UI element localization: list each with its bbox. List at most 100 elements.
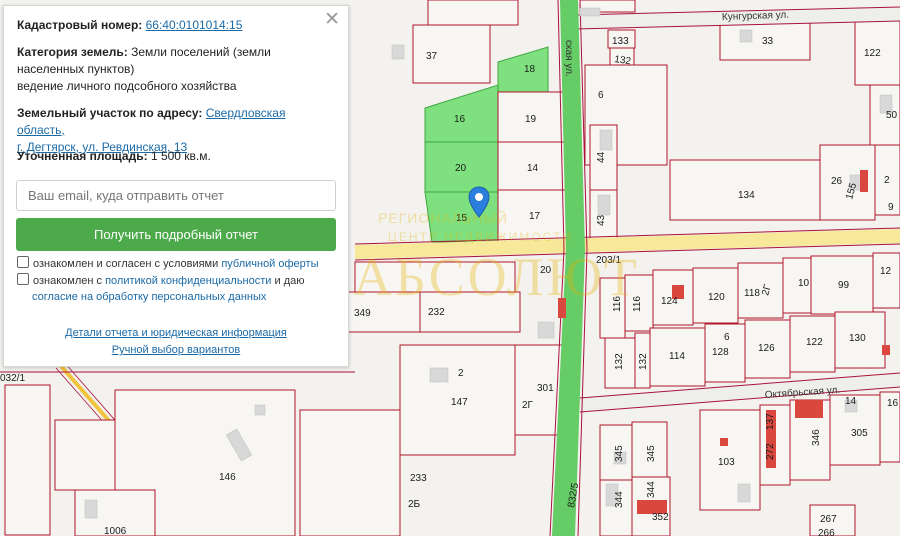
- plot-label: 126: [758, 343, 775, 354]
- plot-label: 133: [612, 36, 629, 47]
- plot-label: 103: [718, 457, 735, 468]
- privacy-policy-link[interactable]: политикой конфиденциальности: [105, 275, 271, 287]
- plot-label: 20: [455, 163, 467, 174]
- plot-label: 44: [596, 151, 607, 163]
- plot-label: 50: [886, 110, 898, 121]
- plot-label: 16: [454, 114, 466, 125]
- details-row: Детали отчета и юридическая информация: [4, 327, 348, 339]
- plot-left-strip[interactable]: [4, 384, 51, 536]
- plot-label: 1006: [104, 526, 127, 536]
- get-report-button[interactable]: Получить подробный отчет: [16, 218, 336, 251]
- plot-label: 114: [669, 351, 685, 362]
- building-red: [720, 438, 728, 446]
- building-red: [882, 345, 890, 355]
- plot-label: 122: [864, 48, 881, 59]
- plot-label: 2: [884, 175, 890, 186]
- plot-label: 116: [612, 296, 623, 312]
- plot-label: 16: [887, 398, 899, 409]
- building: [579, 7, 601, 17]
- building-red: [860, 170, 868, 192]
- plot-label: 130: [849, 333, 866, 344]
- plot-label: 349: [354, 308, 371, 319]
- consent-privacy-mid: и даю: [271, 275, 305, 287]
- plot-label: 305: [851, 428, 868, 439]
- plot-label: 266: [818, 528, 835, 536]
- plot-label: 346: [811, 429, 822, 446]
- plot-label: 267: [820, 514, 837, 525]
- consent-offer-text: ознакомлен и согласен с условиями: [33, 258, 222, 270]
- plot-label: 6: [724, 332, 730, 343]
- street-label-kungurskaya: Кунгурская ул.: [722, 10, 790, 23]
- public-offer-link[interactable]: публичной оферты: [221, 258, 318, 270]
- personal-data-consent-link[interactable]: согласие на обработку персональных данны…: [32, 291, 266, 303]
- building: [254, 404, 266, 416]
- consent-privacy-text: ознакомлен с: [33, 275, 106, 287]
- plot-label: 233: [410, 473, 427, 484]
- plot-label: 124: [661, 296, 678, 307]
- plot-label: 2: [458, 368, 464, 379]
- plot-label: 2Г: [522, 400, 534, 411]
- plot-label: 146: [219, 472, 236, 483]
- address-label: Земельный участок по адресу:: [17, 106, 203, 120]
- building: [597, 194, 611, 216]
- plot-label: 116: [632, 296, 643, 312]
- plot-233[interactable]: [299, 409, 401, 536]
- manual-row: Ручной выбор вариантов: [4, 344, 348, 356]
- plot-label: 118: [744, 288, 760, 299]
- plot-label: 99: [838, 280, 850, 291]
- building: [84, 499, 98, 519]
- building: [391, 44, 405, 60]
- plot-label: 18: [524, 64, 536, 75]
- category-value-3: ведение личного подсобного хозяйства: [17, 79, 237, 93]
- plot-row-a[interactable]: [354, 261, 516, 293]
- plot-label: 147: [451, 397, 468, 408]
- plot-top-small[interactable]: [427, 0, 519, 26]
- category-label: Категория земель:: [17, 45, 128, 59]
- plot-label: 15: [456, 213, 468, 224]
- plot-12[interactable]: [872, 252, 900, 309]
- building-red: [558, 298, 566, 318]
- plot-label: 20: [540, 265, 552, 276]
- plot-label: 9: [888, 202, 894, 213]
- category-value-2: населенных пунктов): [17, 62, 135, 76]
- plot-label: 232: [428, 307, 445, 318]
- plot-label: 132: [638, 353, 649, 370]
- category-value-1: Земли поселений (земли: [131, 45, 271, 59]
- plot-label: 301: [537, 383, 554, 394]
- consent-privacy-checkbox[interactable]: [17, 273, 29, 285]
- plot-label: 137: [765, 413, 776, 430]
- plot-label: 134: [738, 190, 755, 201]
- building: [537, 321, 555, 339]
- report-details-link[interactable]: Детали отчета и юридическая информация: [65, 327, 287, 339]
- area-label: Уточненная площадь:: [17, 149, 148, 163]
- plot-label: 10: [798, 278, 810, 289]
- cadastral-row: Кадастровый номер: 66:40:0101014:15: [17, 17, 336, 34]
- plot-label: 17: [529, 211, 541, 222]
- plot-left-mid[interactable]: [54, 419, 116, 491]
- plot-label: 344: [614, 491, 625, 508]
- plot-label: 33: [762, 36, 774, 47]
- cadastral-label: Кадастровый номер:: [17, 18, 143, 32]
- building: [739, 29, 753, 43]
- area-row: Уточненная площадь: 1 500 кв.м.: [17, 148, 336, 165]
- email-input[interactable]: [16, 180, 336, 211]
- manual-selection-link[interactable]: Ручной выбор вариантов: [112, 344, 240, 356]
- street-label-revdinskaya: ская ул.: [563, 40, 574, 77]
- plot-label: 26: [831, 176, 843, 187]
- location-pin-icon[interactable]: [468, 186, 490, 218]
- plot-37[interactable]: [412, 24, 491, 84]
- cadastral-number-link[interactable]: 66:40:0101014:15: [146, 18, 243, 32]
- plot-label: 122: [806, 337, 823, 348]
- building: [737, 483, 751, 503]
- plot-label: 2Б: [408, 499, 421, 510]
- plot-label: 43: [596, 214, 607, 226]
- area-value: 1 500 кв.м.: [150, 149, 211, 163]
- plot-label: 37: [426, 51, 438, 62]
- consent-offer-row: ознакомлен и согласен с условиями публич…: [17, 256, 336, 272]
- building: [599, 129, 613, 151]
- consent-privacy-row: ознакомлен с политикой конфиденциальност…: [17, 273, 336, 305]
- consent-offer-checkbox[interactable]: [17, 256, 29, 268]
- road-label-032: 032/1: [0, 373, 25, 384]
- plot-label: 14: [527, 163, 539, 174]
- plot-info-panel: ✕ Кадастровый номер: 66:40:0101014:15 Ка…: [3, 5, 349, 367]
